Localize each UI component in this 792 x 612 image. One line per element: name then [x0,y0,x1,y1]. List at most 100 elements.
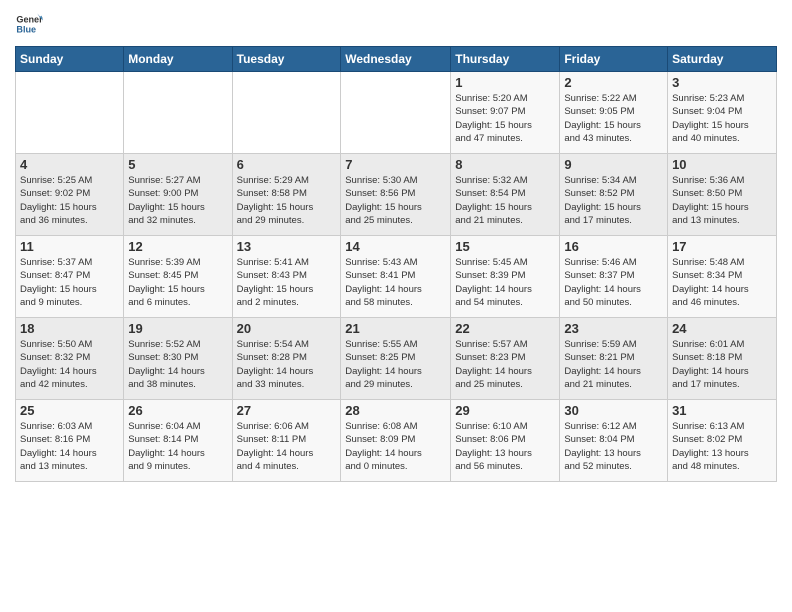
logo-icon: General Blue [15,10,43,38]
day-number: 25 [20,403,119,418]
day-info: Sunrise: 6:04 AM Sunset: 8:14 PM Dayligh… [128,420,227,473]
day-cell: 31 Sunrise: 6:13 AM Sunset: 8:02 PM Dayli… [668,400,777,482]
logo: General Blue [15,10,45,38]
week-row-5: 25 Sunrise: 6:03 AM Sunset: 8:16 PM Dayli… [16,400,777,482]
day-number: 15 [455,239,555,254]
day-number: 12 [128,239,227,254]
day-number: 17 [672,239,772,254]
day-cell: 10 Sunrise: 5:36 AM Sunset: 8:50 PM Dayli… [668,154,777,236]
day-number: 19 [128,321,227,336]
weekday-tuesday: Tuesday [232,47,341,72]
day-info: Sunrise: 6:03 AM Sunset: 8:16 PM Dayligh… [20,420,119,473]
day-info: Sunrise: 5:20 AM Sunset: 9:07 PM Dayligh… [455,92,555,145]
header: General Blue [15,10,777,38]
day-cell: 22Sunrise: 5:57 AM Sunset: 8:23 PM Dayli… [451,318,560,400]
weekday-sunday: Sunday [16,47,124,72]
day-cell: 7 Sunrise: 5:30 AM Sunset: 8:56 PM Daylig… [341,154,451,236]
day-info: Sunrise: 5:39 AM Sunset: 8:45 PM Dayligh… [128,256,227,309]
day-info: Sunrise: 5:45 AM Sunset: 8:39 PM Dayligh… [455,256,555,309]
day-cell: 13 Sunrise: 5:41 AM Sunset: 8:43 PM Dayli… [232,236,341,318]
day-info: Sunrise: 5:52 AM Sunset: 8:30 PM Dayligh… [128,338,227,391]
day-cell: 28Sunrise: 6:08 AM Sunset: 8:09 PM Dayli… [341,400,451,482]
day-info: Sunrise: 5:30 AM Sunset: 8:56 PM Dayligh… [345,174,446,227]
weekday-friday: Friday [560,47,668,72]
day-info: Sunrise: 5:41 AM Sunset: 8:43 PM Dayligh… [237,256,337,309]
day-cell: 14Sunrise: 5:43 AM Sunset: 8:41 PM Dayli… [341,236,451,318]
day-number: 1 [455,75,555,90]
day-info: Sunrise: 5:48 AM Sunset: 8:34 PM Dayligh… [672,256,772,309]
week-row-3: 11 Sunrise: 5:37 AM Sunset: 8:47 PM Dayli… [16,236,777,318]
day-number: 28 [345,403,446,418]
day-number: 10 [672,157,772,172]
day-cell: 27Sunrise: 6:06 AM Sunset: 8:11 PM Dayli… [232,400,341,482]
day-cell: 25 Sunrise: 6:03 AM Sunset: 8:16 PM Dayli… [16,400,124,482]
weekday-thursday: Thursday [451,47,560,72]
day-cell: 15 Sunrise: 5:45 AM Sunset: 8:39 PM Dayli… [451,236,560,318]
day-number: 11 [20,239,119,254]
day-info: Sunrise: 5:25 AM Sunset: 9:02 PM Dayligh… [20,174,119,227]
day-info: Sunrise: 5:34 AM Sunset: 8:52 PM Dayligh… [564,174,663,227]
week-row-4: 18 Sunrise: 5:50 AM Sunset: 8:32 PM Dayli… [16,318,777,400]
day-info: Sunrise: 5:29 AM Sunset: 8:58 PM Dayligh… [237,174,337,227]
day-cell: 20 Sunrise: 5:54 AM Sunset: 8:28 PM Dayli… [232,318,341,400]
week-row-1: 1 Sunrise: 5:20 AM Sunset: 9:07 PM Daylig… [16,72,777,154]
day-info: Sunrise: 5:23 AM Sunset: 9:04 PM Dayligh… [672,92,772,145]
day-number: 3 [672,75,772,90]
day-info: Sunrise: 6:13 AM Sunset: 8:02 PM Dayligh… [672,420,772,473]
day-info: Sunrise: 5:55 AM Sunset: 8:25 PM Dayligh… [345,338,446,391]
day-number: 8 [455,157,555,172]
day-cell [341,72,451,154]
day-cell: 23Sunrise: 5:59 AM Sunset: 8:21 PM Dayli… [560,318,668,400]
calendar-table: SundayMondayTuesdayWednesdayThursdayFrid… [15,46,777,482]
day-number: 9 [564,157,663,172]
day-cell: 16 Sunrise: 5:46 AM Sunset: 8:37 PM Dayli… [560,236,668,318]
day-cell: 1 Sunrise: 5:20 AM Sunset: 9:07 PM Daylig… [451,72,560,154]
day-info: Sunrise: 5:59 AM Sunset: 8:21 PM Dayligh… [564,338,663,391]
day-cell: 6 Sunrise: 5:29 AM Sunset: 8:58 PM Daylig… [232,154,341,236]
day-info: Sunrise: 5:54 AM Sunset: 8:28 PM Dayligh… [237,338,337,391]
day-cell: 9 Sunrise: 5:34 AM Sunset: 8:52 PM Daylig… [560,154,668,236]
day-cell: 8 Sunrise: 5:32 AM Sunset: 8:54 PM Daylig… [451,154,560,236]
day-info: Sunrise: 6:01 AM Sunset: 8:18 PM Dayligh… [672,338,772,391]
svg-text:Blue: Blue [16,24,36,34]
day-cell: 29Sunrise: 6:10 AM Sunset: 8:06 PM Dayli… [451,400,560,482]
day-cell: 11 Sunrise: 5:37 AM Sunset: 8:47 PM Dayli… [16,236,124,318]
weekday-monday: Monday [124,47,232,72]
day-cell: 2Sunrise: 5:22 AM Sunset: 9:05 PM Daylig… [560,72,668,154]
page-container: General Blue SundayMondayTuesdayWednesda… [0,0,792,487]
day-info: Sunrise: 5:46 AM Sunset: 8:37 PM Dayligh… [564,256,663,309]
day-number: 7 [345,157,446,172]
day-number: 5 [128,157,227,172]
weekday-saturday: Saturday [668,47,777,72]
day-number: 14 [345,239,446,254]
day-info: Sunrise: 5:37 AM Sunset: 8:47 PM Dayligh… [20,256,119,309]
day-cell [16,72,124,154]
weekday-wednesday: Wednesday [341,47,451,72]
day-number: 26 [128,403,227,418]
day-info: Sunrise: 6:12 AM Sunset: 8:04 PM Dayligh… [564,420,663,473]
day-cell: 18 Sunrise: 5:50 AM Sunset: 8:32 PM Dayli… [16,318,124,400]
day-number: 31 [672,403,772,418]
day-number: 21 [345,321,446,336]
day-number: 13 [237,239,337,254]
day-number: 16 [564,239,663,254]
day-cell: 19 Sunrise: 5:52 AM Sunset: 8:30 PM Dayli… [124,318,232,400]
day-number: 24 [672,321,772,336]
day-cell: 12 Sunrise: 5:39 AM Sunset: 8:45 PM Dayli… [124,236,232,318]
day-cell: 21 Sunrise: 5:55 AM Sunset: 8:25 PM Dayli… [341,318,451,400]
day-info: Sunrise: 6:10 AM Sunset: 8:06 PM Dayligh… [455,420,555,473]
day-cell: 3 Sunrise: 5:23 AM Sunset: 9:04 PM Daylig… [668,72,777,154]
day-number: 4 [20,157,119,172]
day-info: Sunrise: 5:36 AM Sunset: 8:50 PM Dayligh… [672,174,772,227]
day-cell: 17 Sunrise: 5:48 AM Sunset: 8:34 PM Dayli… [668,236,777,318]
day-info: Sunrise: 5:50 AM Sunset: 8:32 PM Dayligh… [20,338,119,391]
day-number: 22 [455,321,555,336]
day-cell: 24 Sunrise: 6:01 AM Sunset: 8:18 PM Dayli… [668,318,777,400]
day-info: Sunrise: 6:06 AM Sunset: 8:11 PM Dayligh… [237,420,337,473]
day-number: 6 [237,157,337,172]
day-cell [232,72,341,154]
day-number: 20 [237,321,337,336]
day-number: 18 [20,321,119,336]
day-cell [124,72,232,154]
day-info: Sunrise: 5:32 AM Sunset: 8:54 PM Dayligh… [455,174,555,227]
